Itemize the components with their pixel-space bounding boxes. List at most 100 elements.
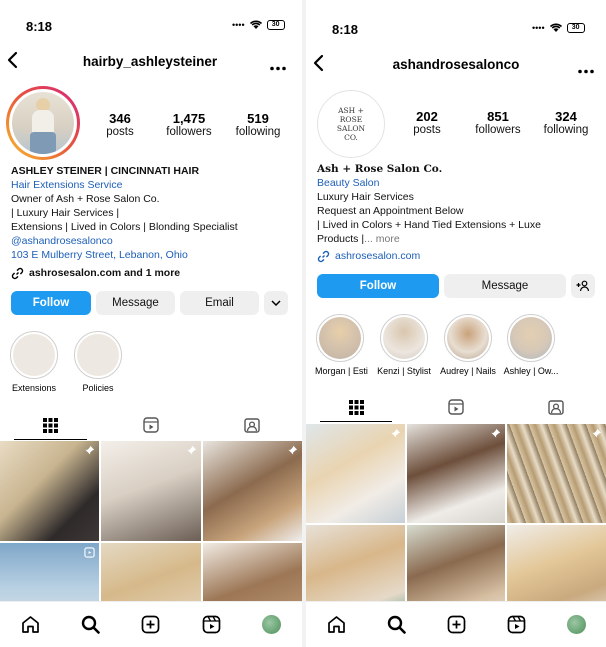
post-thumbnail[interactable] [202,441,302,541]
more-options-button[interactable] [578,61,594,79]
suggested-dropdown-button[interactable] [264,291,288,315]
profile-avatar-icon [262,615,282,634]
highlight-label: Audrey | Nails [440,366,496,376]
category-label[interactable]: Hair Extensions Service [11,178,299,192]
bio-line: Extensions | Lived in Colors | Blonding … [11,221,238,233]
highlight-label: Morgan | Esti [315,366,368,376]
follow-button[interactable]: Follow [317,274,439,298]
search-button[interactable] [80,614,102,636]
website-text: ashrosesalon.com [335,250,421,262]
posts-count[interactable]: 202 posts [405,109,449,136]
back-button[interactable] [312,54,326,75]
highlight-audrey[interactable]: Audrey | Nails [440,314,496,376]
reels-icon [448,399,464,415]
followers-value: 1,475 [172,111,206,126]
highlight-morgan[interactable]: Morgan | Esti [315,314,368,376]
post-grid [306,424,606,624]
highlight-kenzi[interactable]: Kenzi | Stylist [376,314,432,376]
bottom-navigation [0,601,302,647]
status-time: 8:18 [332,22,359,37]
post-thumbnail[interactable] [507,424,606,523]
tab-posts[interactable] [306,394,406,422]
suggested-accounts-button[interactable] [571,274,595,298]
message-button[interactable]: Message [444,274,566,298]
highlight-ashley[interactable]: Ashley | Ow... [502,314,560,376]
battery-icon: 30 [266,19,285,30]
back-button[interactable] [6,51,20,72]
reels-icon [143,417,159,433]
website-link[interactable]: ashrosesalon.com [317,249,603,263]
right-profile-screen: 8:18 •••• 30 ashandrosesalonco ASH + ROS… [306,0,606,647]
highlight-label: Policies [82,383,114,393]
profile-tabs [306,394,606,422]
category-label[interactable]: Beauty Salon [317,176,603,190]
more-options-button[interactable] [270,58,286,76]
profile-nav-button[interactable] [261,614,283,636]
highlight-extensions[interactable]: Extensions [10,331,58,393]
home-button[interactable] [19,614,41,636]
followers-value: 851 [487,109,509,124]
more-link[interactable]: ... more [364,233,400,245]
wifi-icon [549,23,562,32]
pin-icon [391,428,400,438]
bio-last-line: Products | [317,233,365,245]
reels-nav-button[interactable] [505,614,527,636]
create-button[interactable] [445,614,467,636]
tab-posts[interactable] [0,412,101,440]
more-horizontal-icon [578,69,594,74]
following-value: 324 [555,109,577,124]
create-button[interactable] [140,614,162,636]
profile-nav-button[interactable] [565,614,587,636]
pin-icon [85,445,95,455]
pin-icon [592,428,602,438]
highlight-label: Ashley | Ow... [503,366,559,376]
following-count[interactable]: 519 following [230,111,286,138]
add-person-icon [576,280,590,292]
chevron-left-icon [7,51,18,69]
highlight-policies[interactable]: Policies [74,331,122,393]
more-horizontal-icon [270,66,286,71]
reel-badge-icon [84,547,95,558]
grid-icon [42,417,58,433]
tab-reels[interactable] [101,412,202,438]
bio-line: | Luxury Hair Services | [11,207,120,219]
follow-button[interactable]: Follow [11,291,91,315]
chevron-left-icon [313,54,324,72]
bio-line: Owner of Ash + Rose Salon Co. [11,193,160,205]
status-icons: •••• 30 [532,22,585,33]
bio-line: Request an Appointment Below [317,205,464,217]
followers-count[interactable]: 851 followers [468,109,528,136]
profile-username: hairby_ashleysteiner [82,54,218,69]
bio-line: Luxury Hair Services [317,191,414,203]
reels-nav-button[interactable] [200,614,222,636]
posts-count[interactable]: 346 posts [97,111,143,138]
tab-tagged[interactable] [506,394,606,420]
wifi-icon [249,20,262,29]
followers-count[interactable]: 1,475 followers [158,111,220,138]
following-count[interactable]: 324 following [538,109,594,136]
signal-icon: •••• [532,22,545,33]
tagged-icon [243,418,260,433]
post-thumbnail[interactable] [406,424,506,523]
followers-label: followers [166,126,212,138]
tab-reels[interactable] [406,394,506,420]
create-icon [142,615,160,634]
display-name: Ash + Rose Salon Co. [317,163,443,175]
left-profile-screen: 8:18 •••• 30 hairby_ashleysteiner 346 po… [0,0,302,647]
website-link[interactable]: ashrosesalon.com and 1 more [11,266,299,280]
mention-link[interactable]: @ashandrosesalonco [11,234,299,248]
profile-avatar[interactable] [6,86,80,160]
search-button[interactable] [385,614,407,636]
tab-tagged[interactable] [201,412,302,438]
post-thumbnail[interactable] [306,424,405,523]
profile-bio: ASHLEY STEINER | CINCINNATI HAIR Hair Ex… [11,164,299,280]
profile-bio: Ash + Rose Salon Co. Beauty Salon Luxury… [317,162,603,263]
post-thumbnail[interactable] [0,441,100,541]
post-thumbnail[interactable] [101,441,201,541]
message-button[interactable]: Message [96,291,175,315]
email-button[interactable]: Email [180,291,259,315]
home-button[interactable] [325,614,347,636]
profile-avatar[interactable]: ASH + ROSE SALON CO. [317,90,385,158]
address-link[interactable]: 103 E Mulberry Street, Lebanon, Ohio [11,248,299,262]
pin-icon [491,428,501,438]
